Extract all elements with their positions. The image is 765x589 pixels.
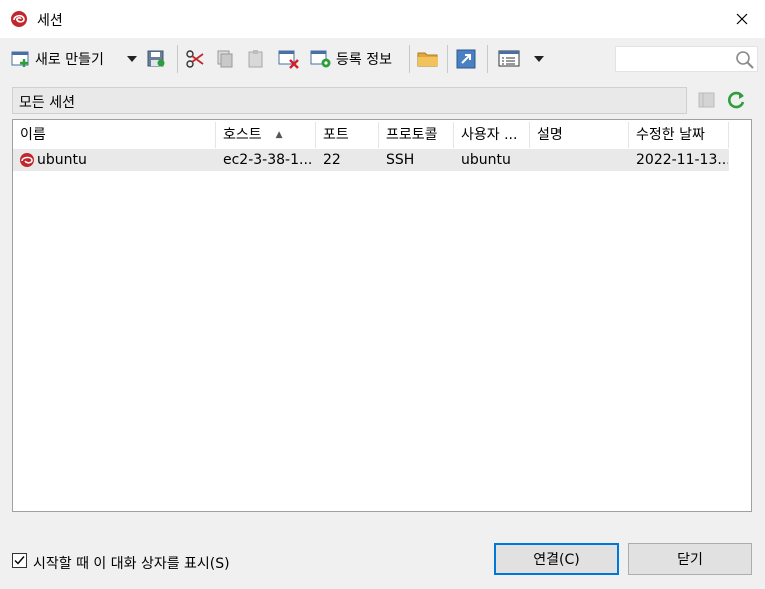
toolbar-separator: [487, 45, 488, 73]
cell-name: ubuntu: [37, 152, 87, 168]
column-header-modified[interactable]: 수정한 날짜: [629, 122, 729, 148]
new-session-button[interactable]: 새로 만들기: [11, 47, 104, 71]
app-logo-icon: [11, 11, 27, 27]
column-header-user[interactable]: 사용자 ...: [454, 122, 530, 148]
session-icon: [20, 153, 34, 167]
column-header-port[interactable]: 포트: [316, 122, 379, 148]
chevron-down-icon: [127, 56, 137, 62]
properties-label: 등록 정보: [336, 52, 392, 68]
session-folder-path[interactable]: 모든 세션: [12, 87, 687, 114]
folder-icon: [417, 52, 438, 67]
save-session-button[interactable]: [146, 47, 166, 71]
open-folder-button[interactable]: [417, 47, 439, 71]
new-dropdown-button[interactable]: [126, 47, 138, 71]
sessions-table: 이름 호스트 ▲ 포트 프로토콜 사용자 ... 설명 수정한 날짜 ubuntu…: [12, 119, 752, 512]
sort-ascending-icon: ▲: [275, 130, 283, 140]
chevron-down-icon: [534, 56, 544, 62]
paste-button[interactable]: [246, 47, 266, 71]
search-icon: [736, 51, 754, 69]
window-title: 세션: [37, 13, 63, 29]
show-on-startup-checkbox[interactable]: [12, 553, 27, 568]
column-header-name[interactable]: 이름: [13, 122, 216, 148]
column-header-host-label: 호스트: [223, 127, 262, 143]
cell-modified: 2022-11-13...: [636, 152, 728, 168]
toolbar-separator: [409, 45, 410, 73]
delete-session-icon: [278, 50, 299, 69]
table-header: 이름 호스트 ▲ 포트 프로토콜 사용자 ... 설명 수정한 날짜: [13, 122, 729, 148]
show-on-startup-label[interactable]: 시작할 때 이 대화 상자를 표시(S): [33, 553, 230, 573]
folder-path-label: 모든 세션: [19, 95, 75, 111]
delete-session-button[interactable]: [278, 47, 300, 71]
new-session-icon: [11, 51, 29, 67]
shortcut-button[interactable]: [456, 47, 476, 71]
copy-button[interactable]: [215, 47, 235, 71]
search-input[interactable]: [615, 46, 758, 72]
column-header-protocol[interactable]: 프로토콜: [379, 122, 454, 148]
list-view-icon: [498, 50, 520, 67]
column-header-description[interactable]: 설명: [530, 122, 629, 148]
save-icon: [147, 50, 165, 67]
scissors-icon: [186, 50, 204, 68]
paste-icon: [248, 50, 263, 68]
properties-icon: [310, 50, 331, 68]
close-icon: [736, 13, 748, 25]
title-bar: 세션: [0, 0, 765, 38]
checkmark-icon: [14, 556, 25, 565]
view-mode-dropdown-button[interactable]: [533, 47, 545, 71]
window-close-button[interactable]: [719, 0, 765, 38]
refresh-icon[interactable]: [725, 89, 747, 111]
toolbar-separator: [447, 45, 448, 73]
folder-up-icon[interactable]: [697, 90, 717, 110]
close-button[interactable]: 닫기: [628, 543, 752, 575]
cell-protocol: SSH: [386, 152, 415, 168]
toolbar-separator: [177, 45, 178, 73]
connect-button[interactable]: 연결(C): [494, 543, 619, 575]
cut-button[interactable]: [185, 47, 205, 71]
new-session-label: 새로 만들기: [35, 52, 104, 68]
view-mode-button[interactable]: [498, 47, 522, 71]
cell-description: [537, 149, 627, 171]
copy-icon: [217, 50, 233, 68]
table-row[interactable]: ubuntu ec2-3-38-1... 22 SSH ubuntu 2022-…: [13, 149, 729, 171]
properties-button[interactable]: 등록 정보: [310, 47, 392, 71]
cell-host: ec2-3-38-1...: [223, 152, 313, 168]
column-header-host[interactable]: 호스트 ▲: [216, 122, 316, 148]
cell-port: 22: [323, 152, 341, 168]
cell-user: ubuntu: [461, 152, 511, 168]
shortcut-icon: [456, 49, 476, 69]
